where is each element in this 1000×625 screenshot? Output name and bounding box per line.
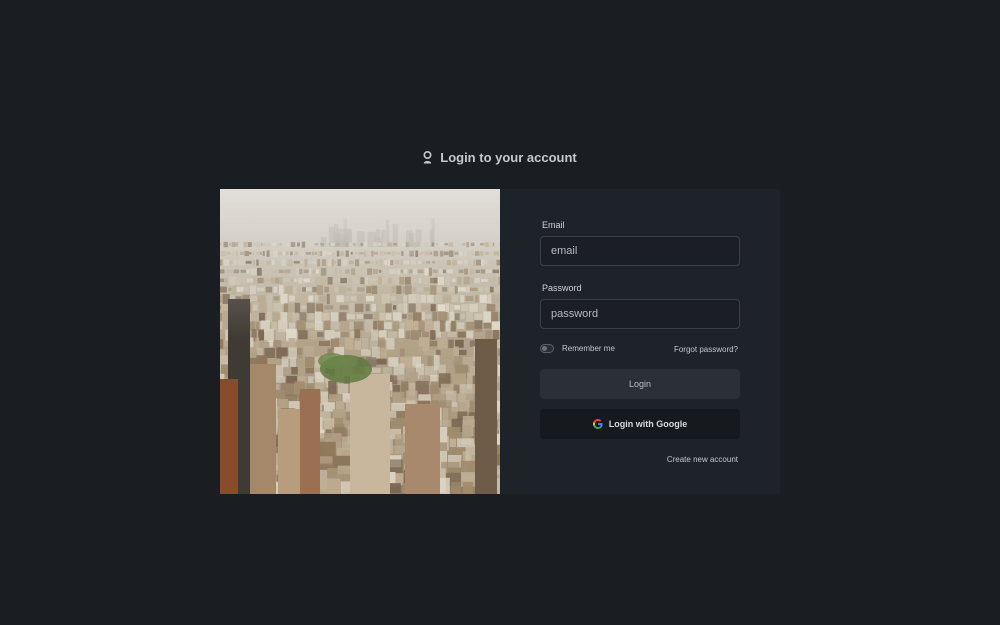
create-account-link[interactable]: Create new account — [667, 455, 738, 464]
google-login-label: Login with Google — [608, 419, 688, 429]
login-button-label: Login — [628, 379, 652, 389]
login-form: Email Password Remember me Forgot passwo… — [500, 189, 780, 494]
google-g-icon — [592, 419, 603, 429]
page-title: Login to your account — [440, 150, 577, 165]
city-skyline-image — [220, 189, 500, 494]
email-label: Email — [542, 220, 565, 230]
user-pin-icon — [423, 151, 432, 164]
remember-me-label: Remember me — [562, 344, 615, 353]
forgot-password-link[interactable]: Forgot password? — [674, 345, 738, 354]
email-field[interactable] — [540, 236, 740, 266]
remember-me: Remember me — [540, 344, 615, 353]
login-card: Email Password Remember me Forgot passwo… — [220, 189, 780, 494]
login-heading: Login to your account — [0, 150, 1000, 165]
login-button[interactable]: Login — [540, 369, 740, 399]
password-field[interactable] — [540, 299, 740, 329]
password-label: Password — [542, 283, 582, 293]
remember-me-toggle[interactable] — [540, 344, 554, 353]
google-login-button[interactable]: Login with Google — [540, 409, 740, 439]
login-page: Login to your account Email email Passwo… — [0, 0, 1000, 625]
toggle-knob — [542, 346, 547, 351]
